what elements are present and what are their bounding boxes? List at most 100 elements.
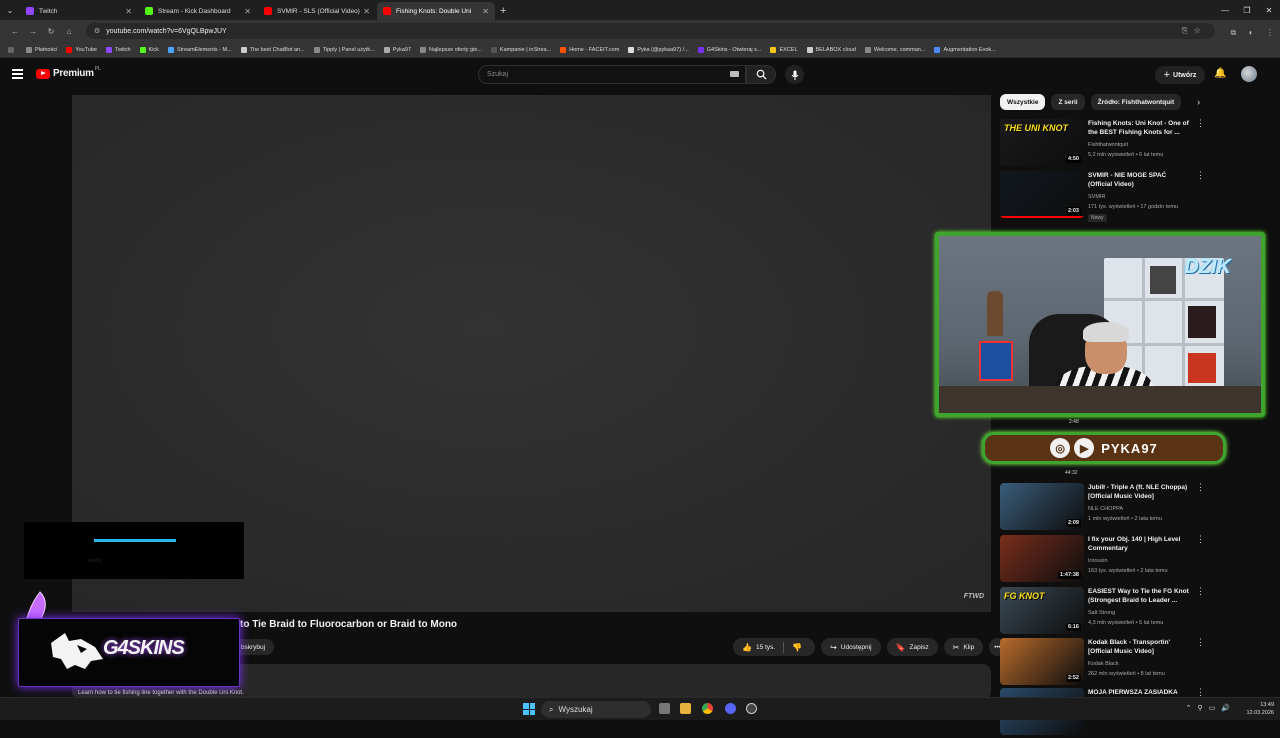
browser-tab[interactable]: Stream - Kick Dashboard ✕ — [139, 2, 257, 20]
url-field[interactable]: ⚙ youtube.com/watch?v=6VgQLBpwJUY ⎘☆ — [86, 23, 1215, 39]
browser-menu-icon[interactable]: ⋮ — [1266, 28, 1274, 37]
video-thumbnail[interactable]: FG KNOT 6:16 — [1000, 587, 1084, 634]
recommendation-card[interactable]: 2:52 Kodak Black - Transportin' [Official… — [1000, 638, 1205, 688]
filter-chip[interactable]: Z serii — [1051, 94, 1085, 110]
video-thumbnail[interactable]: 1:47:38 — [1000, 535, 1084, 582]
home-icon[interactable]: ⌂ — [60, 27, 78, 36]
apps-icon[interactable] — [8, 46, 17, 53]
browser-tab[interactable]: SVMIR - SLS (Official Video) - Y✕ — [258, 2, 376, 20]
more-options-icon[interactable]: ⋮ — [1196, 535, 1205, 544]
close-tab-icon[interactable]: ✕ — [125, 7, 132, 16]
discord-icon[interactable] — [725, 703, 736, 714]
channel-name[interactable]: NLE CHOPPA — [1088, 506, 1123, 512]
close-tab-icon[interactable]: ✕ — [363, 7, 370, 16]
filter-chip[interactable]: Źródło: Fishthatwontquit — [1090, 94, 1182, 110]
like-count[interactable]: 15 tys. — [756, 644, 775, 651]
close-tab-icon[interactable]: ✕ — [482, 7, 489, 16]
profile-icon[interactable]: ◐ — [1249, 28, 1254, 37]
channel-name[interactable]: Iroouxin — [1088, 558, 1108, 564]
menu-icon[interactable] — [12, 69, 23, 81]
recommendation-card[interactable]: 1:47:38 I fix your Obj. 140 | High Level … — [1000, 535, 1205, 585]
close-window-icon[interactable]: ✕ — [1258, 0, 1280, 20]
video-title[interactable]: Jubilł - Triple A (ft. NLE Choppa) [Offi… — [1088, 483, 1192, 501]
windows-start-icon[interactable] — [523, 703, 535, 715]
recommendation-card[interactable]: FG KNOT 6:16 EASIEST Way to Tie the FG Kno… — [1000, 587, 1205, 637]
chrome-icon[interactable] — [702, 703, 713, 714]
video-title[interactable]: Kodak Black - Transportin' [Official Mus… — [1088, 638, 1192, 656]
more-options-icon[interactable]: ⋮ — [1196, 638, 1205, 647]
more-options-icon[interactable]: ⋮ — [1196, 171, 1205, 180]
bookmark-item[interactable]: Pyka (@pykaa97) /... — [628, 46, 689, 53]
bookmark-item[interactable]: EXCEL — [770, 46, 798, 53]
more-options-icon[interactable]: ⋮ — [1196, 119, 1205, 128]
channel-name[interactable]: SVMIR — [1088, 194, 1105, 200]
bookmark-item[interactable]: Augmentation Evok... — [934, 46, 996, 53]
bookmark-item[interactable]: Welcome, comman... — [864, 46, 925, 53]
voice-search-button[interactable] — [785, 65, 804, 84]
site-info-icon[interactable]: ⚙ — [94, 27, 100, 35]
close-tab-icon[interactable]: ✕ — [244, 7, 251, 16]
video-title[interactable]: EASIEST Way to Tie the FG Knot (Stronges… — [1088, 587, 1192, 605]
task-view-icon[interactable] — [659, 703, 670, 714]
bookmark-item[interactable]: Home - FACEIT.com — [560, 46, 619, 53]
browser-tab[interactable]: Fishing Knots: Double Uni ✕ — [377, 2, 495, 20]
bookmark-item[interactable]: The best ChatBot an... — [240, 46, 305, 53]
clip-button[interactable]: ✂ Klip — [943, 638, 984, 656]
recommendation-card[interactable]: 2:03 SVMIR - NIE MOGE SPAĆ (Official Vide… — [1000, 171, 1205, 222]
filter-chip[interactable]: Wszystkie — [1000, 94, 1046, 110]
taskbar-search[interactable]: ⌕ Wyszukaj — [541, 701, 651, 718]
obs-icon[interactable] — [746, 703, 757, 714]
reload-icon[interactable]: ↻ — [42, 27, 60, 36]
notifications-bell-icon[interactable]: 🔔 — [1214, 68, 1226, 79]
search-input[interactable]: Szukaj — [478, 65, 746, 84]
clock[interactable]: 13:49 12.03.2026 — [1246, 701, 1274, 717]
bookmark-item[interactable]: Tipply | Panel użytk... — [313, 46, 375, 53]
create-button[interactable]: + Utwórz — [1155, 66, 1205, 84]
bookmark-item[interactable]: Najlepsze oferty gie... — [420, 46, 482, 53]
bookmark-item[interactable]: StreamElements - M... — [167, 46, 232, 53]
more-options-icon[interactable]: ⋮ — [1196, 688, 1205, 697]
recommendation-card[interactable]: THE UNI KNOT 4:50 Fishing Knots: Uni Knot … — [1000, 119, 1205, 169]
keyboard-icon[interactable] — [730, 71, 739, 77]
bookmark-item[interactable]: Kampanie | inStrea... — [490, 46, 551, 53]
bookmark-item[interactable]: Pyka97 — [383, 46, 411, 53]
video-thumbnail[interactable]: 2:52 — [1000, 638, 1084, 685]
video-thumbnail[interactable]: 2:03 — [1000, 171, 1084, 218]
channel-name[interactable]: Fishthatwontquit — [1088, 142, 1128, 148]
bookmark-item[interactable]: YouTube — [66, 46, 97, 53]
video-thumbnail[interactable]: 2:09 — [1000, 483, 1084, 530]
bookmark-item[interactable]: Twitch — [105, 46, 131, 53]
video-title[interactable]: SVMIR - NIE MOGE SPAĆ (Official Video) — [1088, 171, 1192, 189]
file-explorer-icon[interactable] — [680, 703, 691, 714]
bookmark-star-icon[interactable]: ⎘☆ — [1182, 26, 1207, 36]
youtube-logo[interactable]: Premium PL — [36, 66, 101, 79]
more-options-icon[interactable]: ⋮ — [1196, 483, 1205, 492]
search-button[interactable] — [746, 65, 776, 84]
avatar[interactable] — [1241, 66, 1257, 82]
new-tab-button[interactable]: + — [500, 2, 506, 20]
bookmark-item[interactable]: G4Skins - Otwieraj s... — [697, 46, 761, 53]
bookmark-item[interactable]: Płatności — [26, 46, 57, 53]
extensions-icon[interactable]: ⧉ — [1231, 28, 1237, 37]
dislike-icon[interactable]: 👎 — [792, 643, 802, 652]
back-icon[interactable]: ← — [6, 27, 24, 36]
channel-name[interactable]: Salt Strong — [1088, 610, 1115, 616]
bookmark-item[interactable]: Kick — [139, 46, 159, 53]
bookmark-item[interactable]: BELABOX cloud — [806, 46, 856, 53]
video-title[interactable]: I fix your Obj. 140 | High Level Comment… — [1088, 535, 1192, 553]
share-button[interactable]: ↪ Udostępnij — [821, 638, 881, 656]
save-button[interactable]: 🔖 Zapisz — [886, 638, 938, 656]
chevron-right-icon[interactable]: › — [1197, 97, 1200, 107]
minimize-icon[interactable]: — — [1214, 0, 1236, 20]
like-icon[interactable]: 👍 — [742, 643, 752, 652]
browser-tab[interactable]: Twitch ✕ — [20, 2, 138, 20]
tab-search-icon[interactable]: ⌄ — [0, 0, 20, 20]
video-title[interactable]: Fishing Knots: Uni Knot - One of the BES… — [1088, 119, 1192, 137]
recommendation-card[interactable]: 2:09 Jubilł - Triple A (ft. NLE Choppa) [… — [1000, 483, 1205, 533]
more-options-icon[interactable]: ⋮ — [1196, 587, 1205, 596]
forward-icon[interactable]: → — [24, 27, 42, 36]
video-thumbnail[interactable]: THE UNI KNOT 4:50 — [1000, 119, 1084, 166]
channel-name[interactable]: Kodak Black — [1088, 661, 1119, 667]
system-tray-icons[interactable]: ⌃⚲▭🔊 — [1186, 704, 1236, 712]
video-title[interactable]: MOJA PIERWSZA ZASIADKA — [1088, 688, 1192, 697]
